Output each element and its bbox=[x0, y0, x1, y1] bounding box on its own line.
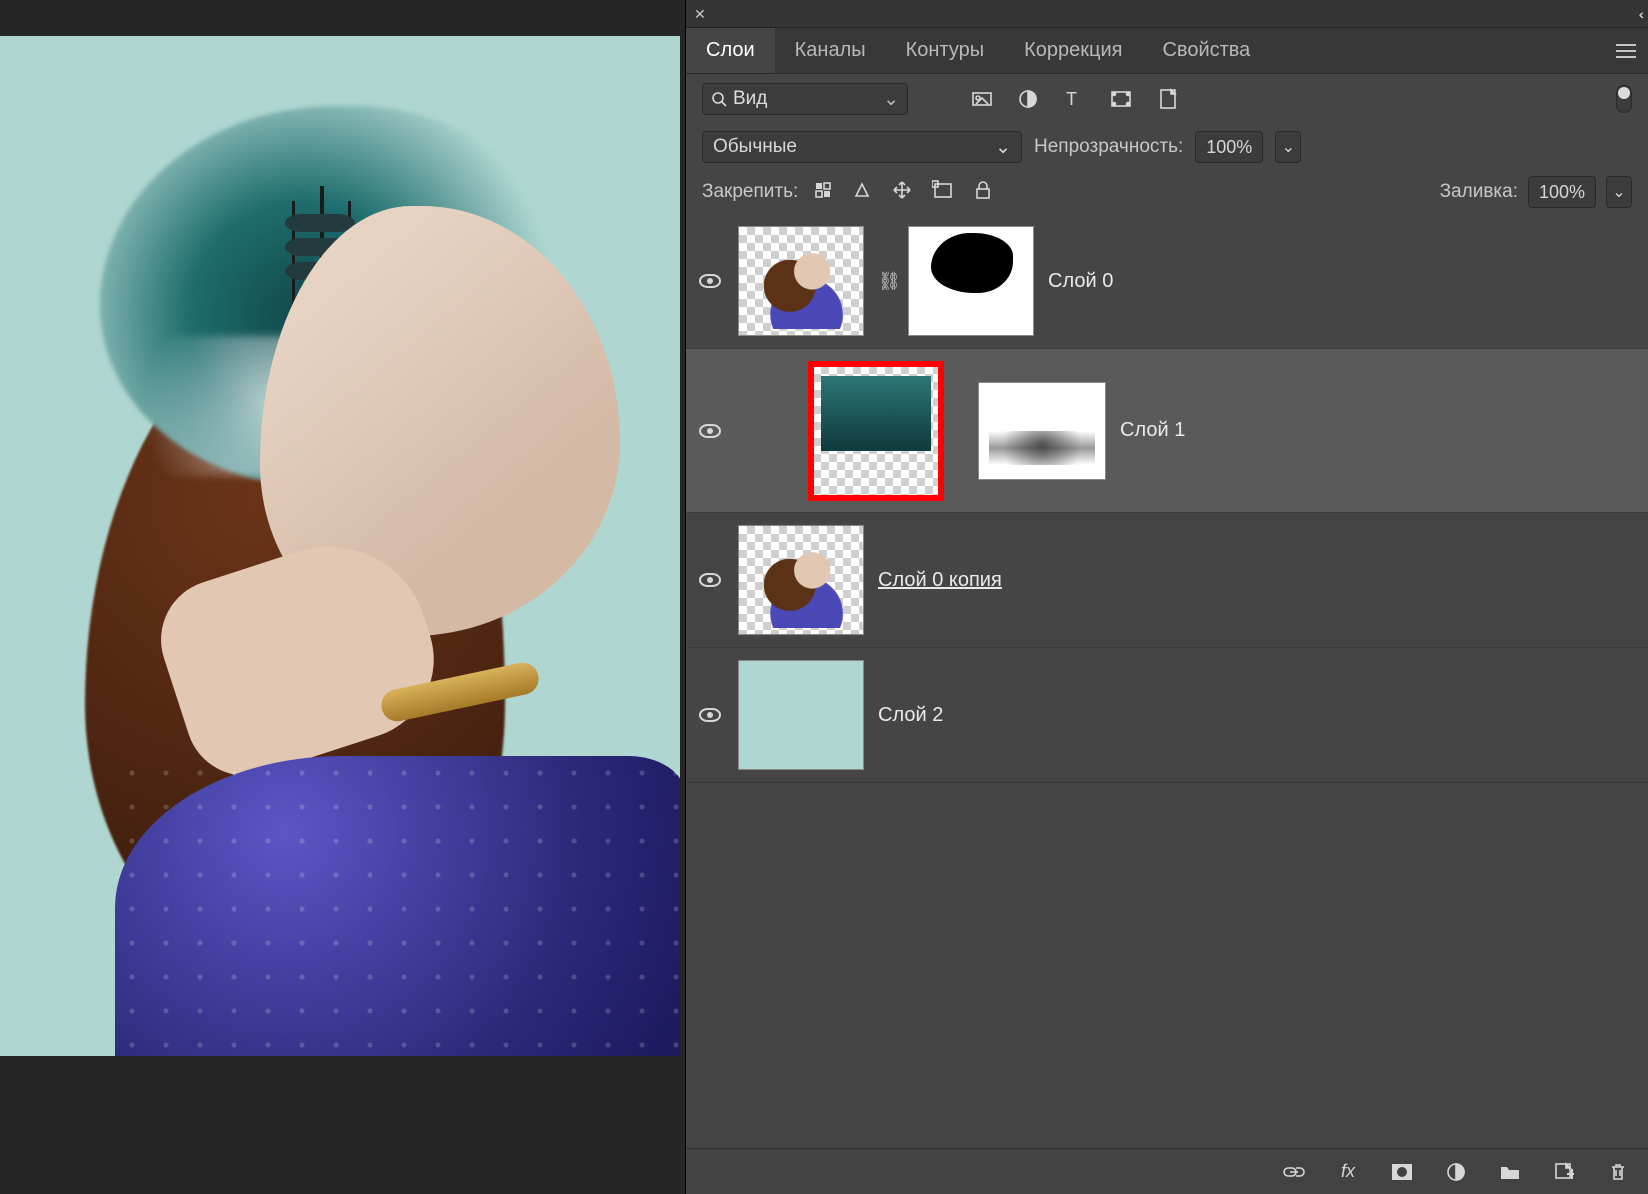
chevron-down-icon: ⌄ bbox=[1612, 182, 1625, 202]
layer-fx-icon[interactable]: fx bbox=[1336, 1160, 1360, 1184]
delete-layer-icon[interactable] bbox=[1606, 1160, 1630, 1184]
canvas-area[interactable] bbox=[0, 0, 685, 1194]
chevron-down-icon: ⌄ bbox=[1282, 137, 1295, 157]
filter-shape-icon[interactable] bbox=[1110, 89, 1132, 109]
fill-dropdown[interactable]: ⌄ bbox=[1606, 176, 1632, 208]
filter-adjustment-icon[interactable] bbox=[1018, 89, 1038, 109]
tab-layers[interactable]: Слои bbox=[686, 28, 775, 73]
opacity-label: Непрозрачность: bbox=[1034, 136, 1183, 158]
filter-icons: T bbox=[972, 88, 1178, 110]
lock-label: Закрепить: bbox=[702, 181, 798, 203]
mask-link-icon[interactable]: ⛓ bbox=[878, 271, 894, 292]
layer-visibility-toggle[interactable] bbox=[696, 708, 724, 722]
new-adjustment-icon[interactable] bbox=[1444, 1160, 1468, 1184]
layer-visibility-toggle[interactable] bbox=[696, 274, 724, 288]
layer-mask-thumbnail[interactable] bbox=[978, 382, 1106, 480]
layer-visibility-toggle[interactable] bbox=[696, 424, 724, 438]
layer-thumbnail[interactable] bbox=[738, 525, 864, 635]
search-icon bbox=[711, 91, 727, 107]
eye-icon bbox=[699, 573, 721, 587]
filter-toggle[interactable] bbox=[1616, 85, 1632, 113]
document-canvas[interactable] bbox=[0, 36, 680, 1056]
blend-row: Обычные ⌄ Непрозрачность: 100% ⌄ bbox=[686, 124, 1648, 170]
lock-image-icon[interactable] bbox=[852, 180, 872, 205]
layer-name[interactable]: Слой 0 копия bbox=[878, 569, 1002, 592]
layer-row[interactable]: Слой 2 bbox=[686, 648, 1648, 783]
link-layers-icon[interactable] bbox=[1282, 1160, 1306, 1184]
fill-label: Заливка: bbox=[1440, 181, 1518, 203]
add-mask-icon[interactable] bbox=[1390, 1160, 1414, 1184]
blend-mode-select[interactable]: Обычные ⌄ bbox=[702, 131, 1022, 163]
lock-transparency-icon[interactable] bbox=[814, 181, 832, 204]
fill-value[interactable]: 100% bbox=[1528, 176, 1596, 208]
filter-smartobject-icon[interactable] bbox=[1158, 88, 1178, 110]
layer-row[interactable]: Слой 1 bbox=[686, 349, 1648, 513]
layer-name[interactable]: Слой 1 bbox=[1120, 419, 1185, 442]
artwork-dress bbox=[115, 756, 680, 1056]
filter-row: Вид ⌄ T bbox=[686, 74, 1648, 124]
eye-icon bbox=[699, 274, 721, 288]
lock-artboard-icon[interactable] bbox=[932, 180, 954, 205]
layer-name[interactable]: Слой 2 bbox=[878, 704, 943, 727]
close-panel-icon[interactable]: ✕ bbox=[694, 7, 706, 21]
layer-kind-select[interactable]: Вид ⌄ bbox=[702, 83, 908, 115]
layer-thumbnail[interactable] bbox=[738, 226, 864, 336]
svg-text:T: T bbox=[1066, 89, 1077, 109]
layer-row[interactable]: ⛓ Слой 0 bbox=[686, 214, 1648, 349]
tab-paths[interactable]: Контуры bbox=[886, 28, 1004, 73]
eye-icon bbox=[699, 708, 721, 722]
layer-kind-label: Вид bbox=[733, 88, 767, 110]
collapse-panel-icon[interactable]: ‹‹ bbox=[1639, 6, 1640, 22]
blend-mode-value: Обычные bbox=[713, 136, 797, 158]
hamburger-icon bbox=[1616, 44, 1636, 58]
filter-pixel-icon[interactable] bbox=[972, 90, 992, 108]
layers-bottom-bar: fx bbox=[686, 1148, 1648, 1194]
layer-mask-thumbnail[interactable] bbox=[908, 226, 1034, 336]
layer-name[interactable]: Слой 0 bbox=[1048, 270, 1113, 293]
tab-properties[interactable]: Свойства bbox=[1142, 28, 1270, 73]
app-root: ✕ ‹‹ Слои Каналы Контуры Коррекция Свойс… bbox=[0, 0, 1648, 1194]
eye-icon bbox=[699, 424, 721, 438]
layers-panel: ✕ ‹‹ Слои Каналы Контуры Коррекция Свойс… bbox=[685, 0, 1648, 1194]
opacity-value[interactable]: 100% bbox=[1195, 131, 1263, 163]
opacity-dropdown[interactable]: ⌄ bbox=[1275, 131, 1301, 163]
lock-all-icon[interactable] bbox=[974, 180, 992, 205]
layer-thumbnail[interactable] bbox=[738, 660, 864, 770]
layer-thumbnail[interactable] bbox=[812, 365, 940, 497]
lock-row: Закрепить: Заливка: 100% ⌄ bbox=[686, 170, 1648, 214]
lock-position-icon[interactable] bbox=[892, 180, 912, 205]
tab-channels[interactable]: Каналы bbox=[775, 28, 886, 73]
new-group-icon[interactable] bbox=[1498, 1160, 1522, 1184]
layer-visibility-toggle[interactable] bbox=[696, 573, 724, 587]
filter-type-icon[interactable]: T bbox=[1064, 89, 1084, 109]
chevron-down-icon: ⌄ bbox=[995, 136, 1011, 159]
tab-adjustments[interactable]: Коррекция bbox=[1004, 28, 1142, 73]
layer-row[interactable]: Слой 0 копия bbox=[686, 513, 1648, 648]
panel-tabs: Слои Каналы Контуры Коррекция Свойства bbox=[686, 28, 1648, 74]
new-layer-icon[interactable] bbox=[1552, 1160, 1576, 1184]
panel-menu-button[interactable] bbox=[1604, 28, 1648, 73]
panel-titlebar: ✕ ‹‹ bbox=[686, 0, 1648, 28]
chevron-down-icon: ⌄ bbox=[883, 88, 899, 111]
layers-list: ⛓ Слой 0 Слой 1 Слой 0 копия bbox=[686, 214, 1648, 1148]
